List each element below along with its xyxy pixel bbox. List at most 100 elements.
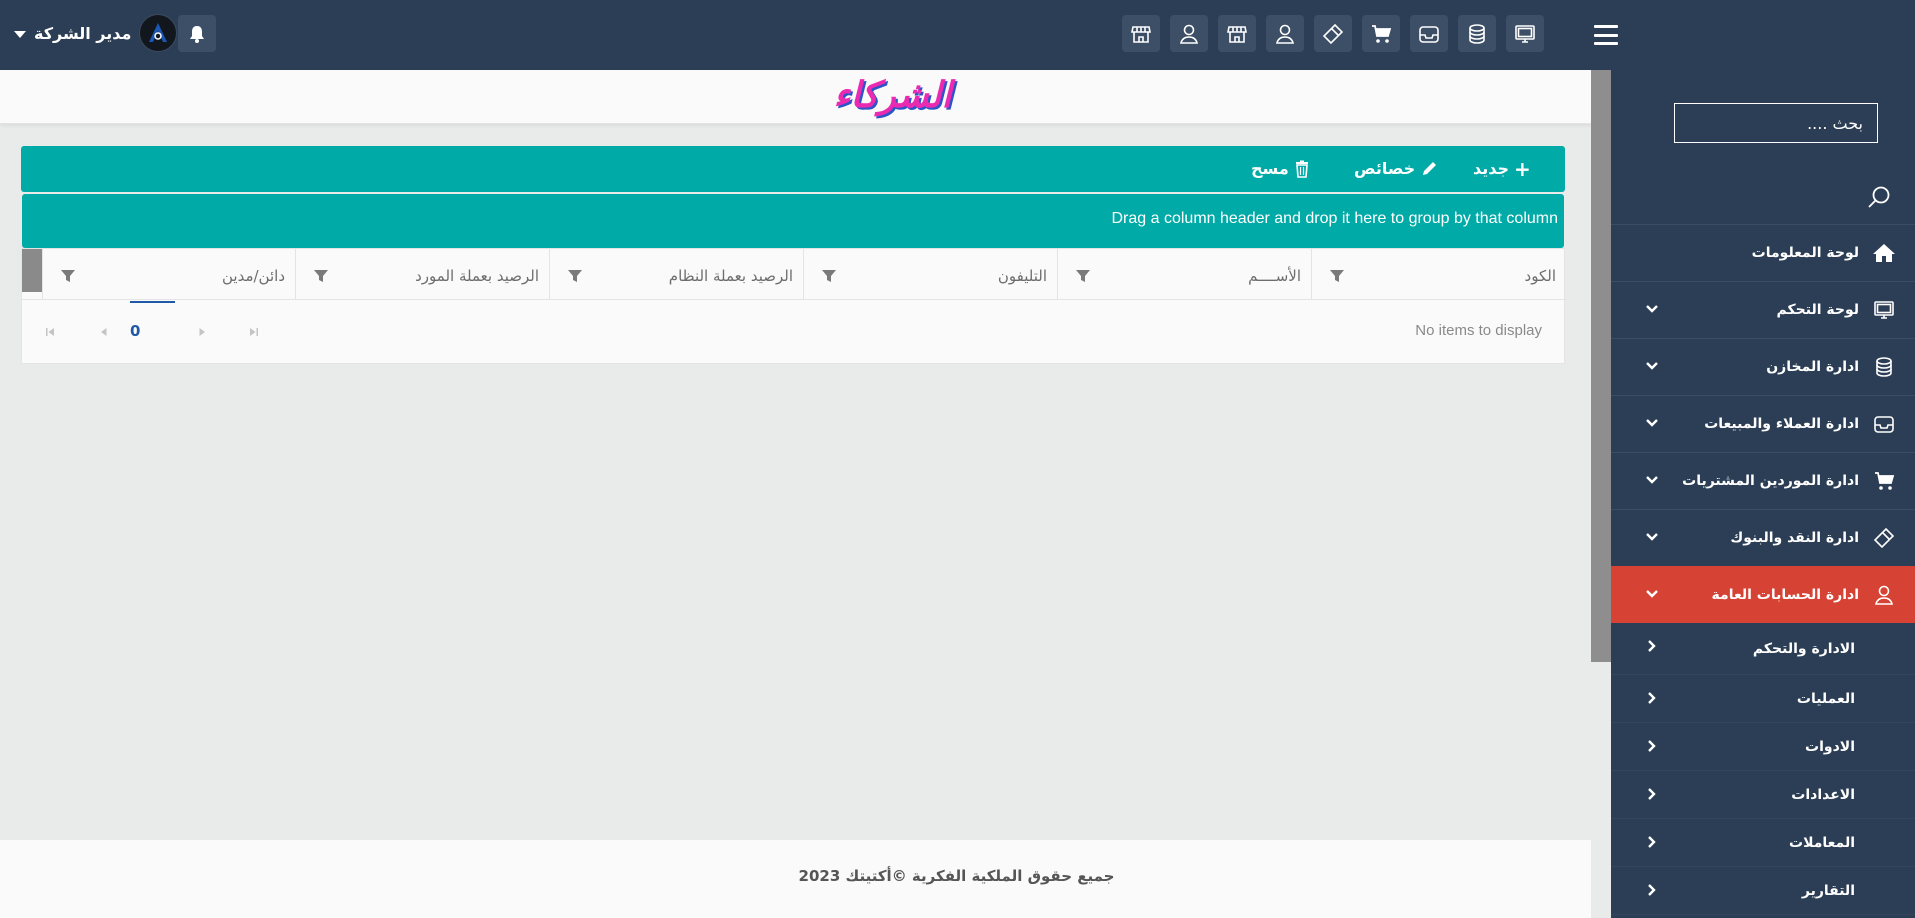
user-button[interactable]: [1266, 15, 1304, 52]
previous-page-icon[interactable]: [98, 326, 110, 338]
sidebar-item-label: لوحة المعلومات: [1751, 245, 1859, 261]
sidebar-item-customers-sales[interactable]: ادارة العملاء والمبيعات: [1611, 395, 1915, 452]
sidebar-subitem-admin-control[interactable]: الادارة والتحكم: [1611, 623, 1915, 675]
database-button[interactable]: [1458, 15, 1496, 52]
footer: جميع حقوق الملكية الفكرية ©أكتيتك 2023: [0, 840, 1591, 918]
properties-button[interactable]: خصائص: [1354, 159, 1438, 178]
filter-icon[interactable]: [314, 269, 328, 283]
chevron-down-icon: [1646, 305, 1658, 313]
delete-button[interactable]: مسح: [1251, 159, 1310, 178]
sidebar-item-general-accounts[interactable]: ادارة الحسابات العامة: [1611, 566, 1915, 623]
column-label: الرصيد بعملة المورد: [415, 267, 539, 285]
sidebar-item-cash-banks[interactable]: ادارة النقد والبنوك: [1611, 509, 1915, 566]
cart-button[interactable]: [1362, 15, 1400, 52]
user-button[interactable]: [1170, 15, 1208, 52]
sidebar: لوحة المعلومات لوحة التحكم ادارة المخازن…: [1611, 70, 1915, 918]
sidebar-menu: لوحة المعلومات لوحة التحكم ادارة المخازن…: [1611, 224, 1915, 915]
sidebar-subitem-label: العمليات: [1796, 690, 1855, 707]
sidebar-search-input[interactable]: [1674, 103, 1878, 143]
filter-icon[interactable]: [61, 269, 75, 283]
grid-header-marker: [22, 249, 42, 292]
sidebar-item-label: ادارة المخازن: [1766, 359, 1859, 375]
user-menu[interactable]: مدير الشركة: [14, 14, 178, 52]
home-icon: [1873, 244, 1895, 262]
avatar[interactable]: [139, 14, 178, 52]
user-icon: [1275, 24, 1295, 44]
scrollbar-thumb[interactable]: [1591, 70, 1611, 662]
sidebar-item-control-panel[interactable]: لوحة التحكم: [1611, 281, 1915, 338]
store-button[interactable]: [1122, 15, 1160, 52]
first-page-icon[interactable]: [44, 326, 56, 338]
sidebar-subitem-label: الادوات: [1805, 738, 1855, 755]
filter-icon[interactable]: [1330, 269, 1344, 283]
chevron-right-icon: [1648, 836, 1656, 848]
sidebar-item-dashboard[interactable]: لوحة المعلومات: [1611, 224, 1915, 281]
filter-icon[interactable]: [822, 269, 836, 283]
database-icon: [1876, 357, 1892, 377]
grid-pager: 0 No items to display: [22, 301, 1566, 365]
store-icon: [1131, 25, 1151, 43]
page-title-bar: الشركاء: [0, 70, 1591, 124]
grid-header: الكود الأســــم التليفون الرصيد بعملة ال…: [22, 249, 1566, 300]
chevron-right-icon: [1648, 740, 1656, 752]
user-icon: [1179, 24, 1199, 44]
column-label: التليفون: [997, 267, 1047, 285]
notifications-button[interactable]: [178, 15, 216, 52]
sidebar-item-label: ادارة الموردين المشتريات: [1682, 473, 1859, 489]
sidebar-subitem-label: الادارة والتحكم: [1752, 640, 1855, 657]
chevron-right-icon: [1648, 640, 1656, 652]
sidebar-subitem-tools[interactable]: الادوات: [1611, 723, 1915, 771]
current-page-indicator: [130, 301, 175, 303]
column-label: دائن/مدين: [222, 267, 285, 285]
trash-icon: [1295, 160, 1308, 178]
store-button[interactable]: [1218, 15, 1256, 52]
sidebar-item-label: ادارة الحسابات العامة: [1711, 587, 1859, 603]
action-toolbar: + جديد خصائص مسح: [21, 146, 1565, 192]
hamburger-menu-icon[interactable]: [1594, 25, 1618, 45]
user-name: مدير الشركة: [34, 23, 132, 43]
group-drop-area[interactable]: Drag a column header and drop it here to…: [22, 194, 1564, 248]
page-title: الشركاء: [833, 74, 952, 116]
filter-icon[interactable]: [1076, 269, 1090, 283]
last-page-icon[interactable]: [248, 326, 260, 338]
sidebar-subitem-transactions[interactable]: المعاملات: [1611, 819, 1915, 867]
column-label: الأســــم: [1248, 267, 1301, 285]
column-header-system-balance[interactable]: الرصيد بعملة النظام: [549, 249, 803, 300]
main-scrollbar[interactable]: [1591, 70, 1611, 918]
column-header-supplier-balance[interactable]: الرصيد بعملة المورد: [295, 249, 549, 300]
properties-button-label: خصائص: [1354, 159, 1416, 178]
delete-button-label: مسح: [1251, 159, 1289, 178]
sidebar-subitem-reports[interactable]: التقارير: [1611, 867, 1915, 915]
column-header-credit-debit[interactable]: دائن/مدين: [42, 249, 295, 300]
cart-icon: [1372, 24, 1392, 43]
quick-nav-toolbar: [1122, 15, 1544, 52]
chevron-down-icon: [1646, 533, 1658, 541]
new-button-label: جديد: [1473, 159, 1510, 178]
plus-icon: +: [1514, 156, 1531, 181]
sidebar-subitem-operations[interactable]: العمليات: [1611, 675, 1915, 723]
column-header-code[interactable]: الكود: [1311, 249, 1566, 300]
chevron-down-icon: [1646, 362, 1658, 370]
chevron-right-icon: [1648, 788, 1656, 800]
sidebar-item-warehouses[interactable]: ادارة المخازن: [1611, 338, 1915, 395]
ticket-button[interactable]: [1314, 15, 1352, 52]
caret-down-icon: [14, 30, 26, 38]
monitor-button[interactable]: [1506, 15, 1544, 52]
inbox-button[interactable]: [1410, 15, 1448, 52]
chevron-down-icon: [1646, 476, 1658, 484]
partners-grid: الكود الأســــم التليفون الرصيد بعملة ال…: [21, 248, 1566, 365]
filter-icon[interactable]: [568, 269, 582, 283]
sidebar-subitem-settings[interactable]: الاعدادات: [1611, 771, 1915, 819]
next-page-icon[interactable]: [196, 326, 208, 338]
inbox-icon: [1874, 416, 1894, 433]
inbox-icon: [1419, 25, 1439, 43]
column-header-name[interactable]: الأســــم: [1057, 249, 1311, 300]
search-icon[interactable]: [1866, 184, 1892, 210]
new-button[interactable]: + جديد: [1473, 156, 1531, 181]
sidebar-item-suppliers-purchases[interactable]: ادارة الموردين المشتريات: [1611, 452, 1915, 509]
column-header-phone[interactable]: التليفون: [803, 249, 1057, 300]
sidebar-item-label: ادارة النقد والبنوك: [1730, 530, 1859, 546]
store-icon: [1227, 25, 1247, 43]
current-page-number[interactable]: 0: [130, 322, 140, 340]
chevron-down-icon: [1646, 590, 1658, 598]
